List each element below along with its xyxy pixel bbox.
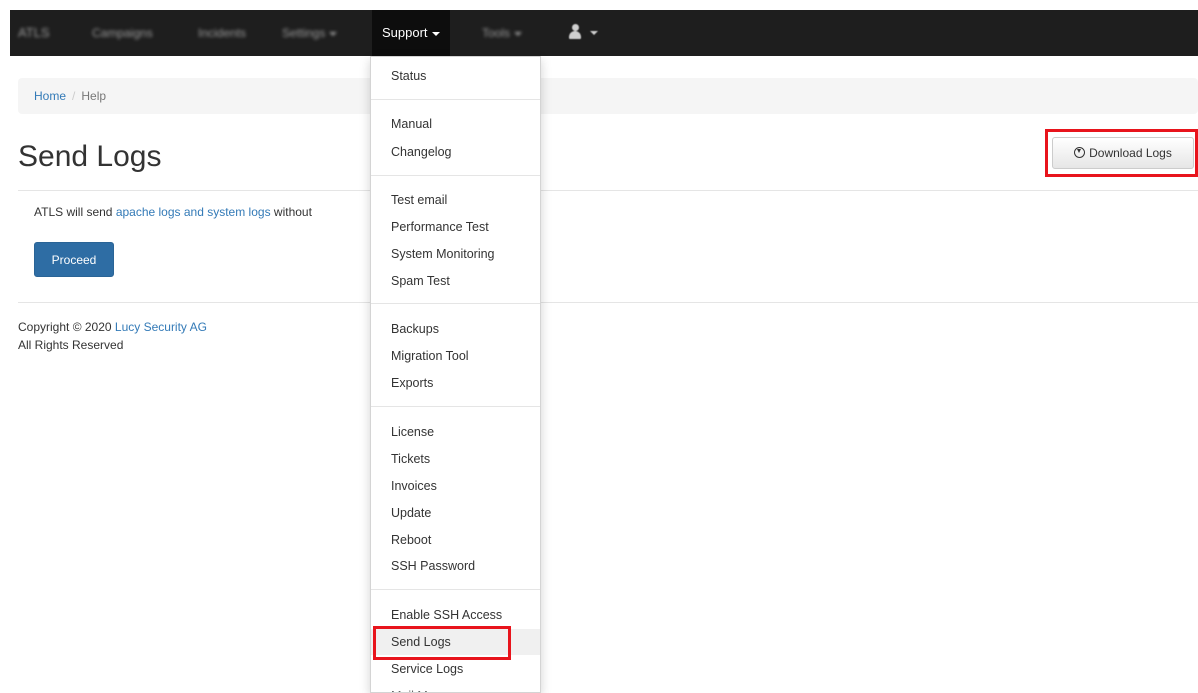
breadcrumb-home-link[interactable]: Home: [34, 89, 66, 103]
nav-support-label: Support: [382, 25, 428, 40]
menu-item-service-logs[interactable]: Service Logs: [371, 656, 540, 682]
page-title: Send Logs: [18, 140, 162, 173]
info-text: ATLS will send apache logs and system lo…: [34, 205, 312, 219]
top-navbar: ATLS Campaigns Incidents Settings Suppor…: [10, 10, 1198, 56]
download-logs-label: Download Logs: [1089, 146, 1172, 160]
menu-item-status[interactable]: Status: [371, 63, 540, 89]
chevron-down-icon: [329, 31, 338, 36]
nav-support[interactable]: Support: [372, 10, 450, 56]
logs-info-link[interactable]: apache logs and system logs: [116, 205, 271, 219]
menu-item-spam-test[interactable]: Spam Test: [371, 268, 540, 294]
download-logs-button[interactable]: Download Logs: [1052, 137, 1194, 169]
menu-item-enable-ssh-access[interactable]: Enable SSH Access: [371, 602, 540, 628]
menu-item-migration-tool[interactable]: Migration Tool: [371, 343, 540, 369]
breadcrumb: Home / Help: [18, 78, 1198, 114]
support-dropdown-menu: Status Manual Changelog Test email Perfo…: [370, 56, 541, 693]
download-circle-icon: [1074, 147, 1086, 158]
chevron-down-icon: [514, 31, 523, 36]
content-divider: [18, 302, 1198, 303]
menu-divider: [371, 303, 540, 304]
menu-item-backups[interactable]: Backups: [371, 316, 540, 342]
menu-item-invoices[interactable]: Invoices: [371, 473, 540, 499]
proceed-button[interactable]: Proceed: [34, 242, 114, 277]
menu-item-mail-manager[interactable]: Mail Manager: [371, 683, 540, 692]
menu-item-performance-test[interactable]: Performance Test: [371, 214, 540, 240]
breadcrumb-separator: /: [72, 89, 76, 103]
menu-item-exports[interactable]: Exports: [371, 370, 540, 396]
menu-item-manual[interactable]: Manual: [371, 111, 540, 137]
menu-item-send-logs[interactable]: Send Logs: [371, 629, 540, 655]
copyright-prefix: Copyright © 2020: [18, 320, 115, 334]
menu-item-system-monitoring[interactable]: System Monitoring: [371, 241, 540, 267]
info-text-suffix: without: [270, 205, 312, 219]
footer: Copyright © 2020 Lucy Security AG All Ri…: [18, 318, 207, 354]
user-chevron-down-icon[interactable]: [590, 31, 598, 35]
menu-item-test-email[interactable]: Test email: [371, 187, 540, 213]
nav-tools-label: Tools: [482, 26, 511, 40]
menu-item-reboot[interactable]: Reboot: [371, 527, 540, 553]
title-divider: [18, 190, 1198, 191]
info-text-prefix: ATLS will send: [34, 205, 116, 219]
menu-item-tickets[interactable]: Tickets: [371, 446, 540, 472]
menu-item-license[interactable]: License: [371, 419, 540, 445]
brand-logo[interactable]: ATLS: [18, 10, 50, 56]
nav-settings[interactable]: Settings: [282, 10, 338, 56]
company-link[interactable]: Lucy Security AG: [115, 320, 207, 334]
user-icon[interactable]: [568, 24, 582, 40]
nav-tools[interactable]: Tools: [482, 10, 523, 56]
menu-divider: [371, 406, 540, 407]
menu-divider: [371, 99, 540, 100]
menu-divider: [371, 589, 540, 590]
chevron-down-icon: [431, 31, 440, 36]
menu-divider: [371, 175, 540, 176]
nav-campaigns[interactable]: Campaigns: [92, 10, 153, 56]
menu-item-changelog[interactable]: Changelog: [371, 139, 540, 165]
copyright-line: Copyright © 2020 Lucy Security AG: [18, 318, 207, 336]
nav-incidents[interactable]: Incidents: [198, 10, 246, 56]
menu-item-update[interactable]: Update: [371, 500, 540, 526]
breadcrumb-current: Help: [81, 89, 107, 103]
menu-item-ssh-password[interactable]: SSH Password: [371, 553, 540, 579]
nav-settings-label: Settings: [282, 26, 326, 40]
rights-text: All Rights Reserved: [18, 338, 124, 352]
